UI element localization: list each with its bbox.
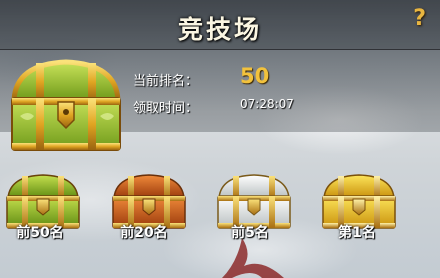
- help-icon[interactable]: ?: [413, 6, 426, 31]
- claim-time-value: 07:28:07: [240, 97, 294, 111]
- claim-time-label: 领取时间：: [133, 101, 199, 116]
- reward-label-top50: 前50名: [16, 225, 64, 241]
- current-rank-label: 当前排名：: [133, 74, 199, 89]
- reward-label-first: 第1名: [338, 225, 376, 241]
- red-ribbon-decoration: [222, 238, 284, 278]
- main-treasure-chest-icon: [6, 56, 126, 156]
- page-title: 竞技场: [177, 15, 262, 44]
- reward-label-top20: 前20名: [120, 225, 168, 241]
- current-rank-value: 50: [240, 64, 270, 88]
- reward-label-top5: 前5名: [231, 225, 269, 241]
